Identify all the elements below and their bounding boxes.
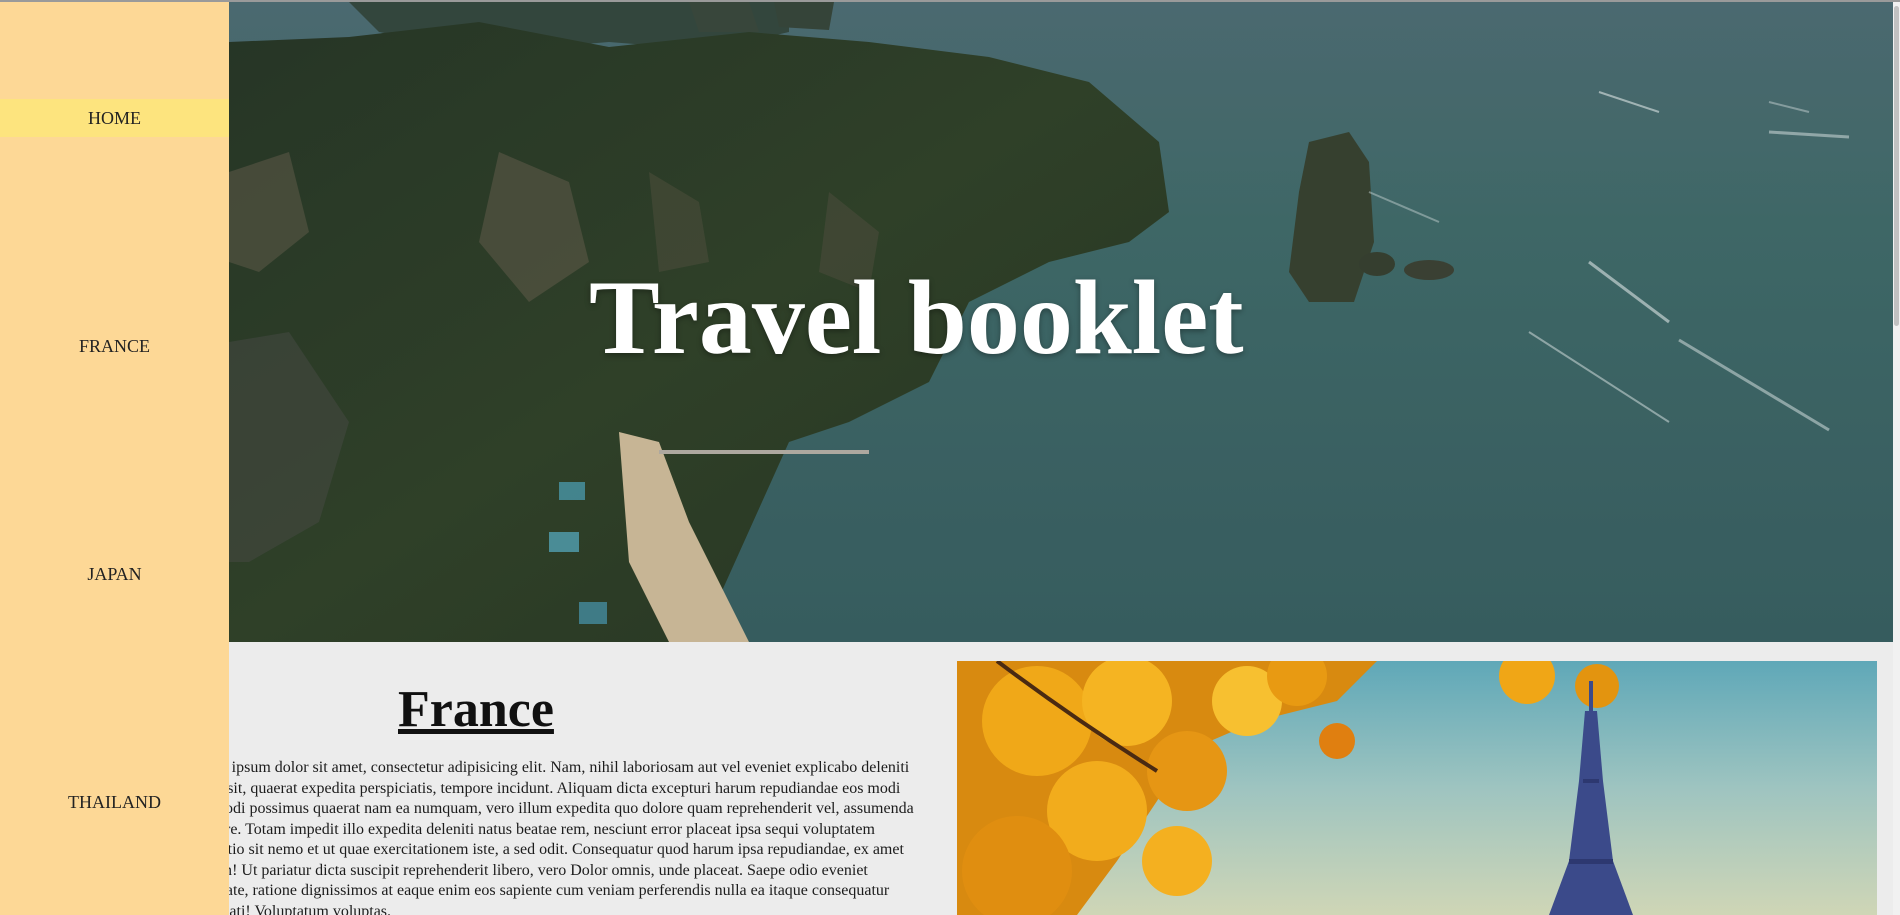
sidebar-nav: HOME FRANCE JAPAN THAILAND <box>0 0 229 915</box>
nav-item-home[interactable]: HOME <box>0 99 229 137</box>
page-scrollbar[interactable] <box>1893 2 1900 915</box>
hero-banner: Travel booklet <box>229 2 1900 642</box>
eiffel-tower-autumn-image <box>957 661 1633 915</box>
france-photo <box>957 661 1877 915</box>
nav-item-thailand[interactable]: THAILAND <box>0 783 229 821</box>
section-paragraph-france: Lorem ipsum dolor sit amet, consectetur … <box>185 759 914 915</box>
scrollbar-thumb[interactable] <box>1894 6 1899 326</box>
nav-item-japan[interactable]: JAPAN <box>0 555 229 593</box>
section-title-france: France <box>398 681 554 738</box>
hero-title: Travel booklet <box>589 259 1244 376</box>
nav-item-france[interactable]: FRANCE <box>0 327 229 365</box>
window-top-border <box>0 0 1900 2</box>
